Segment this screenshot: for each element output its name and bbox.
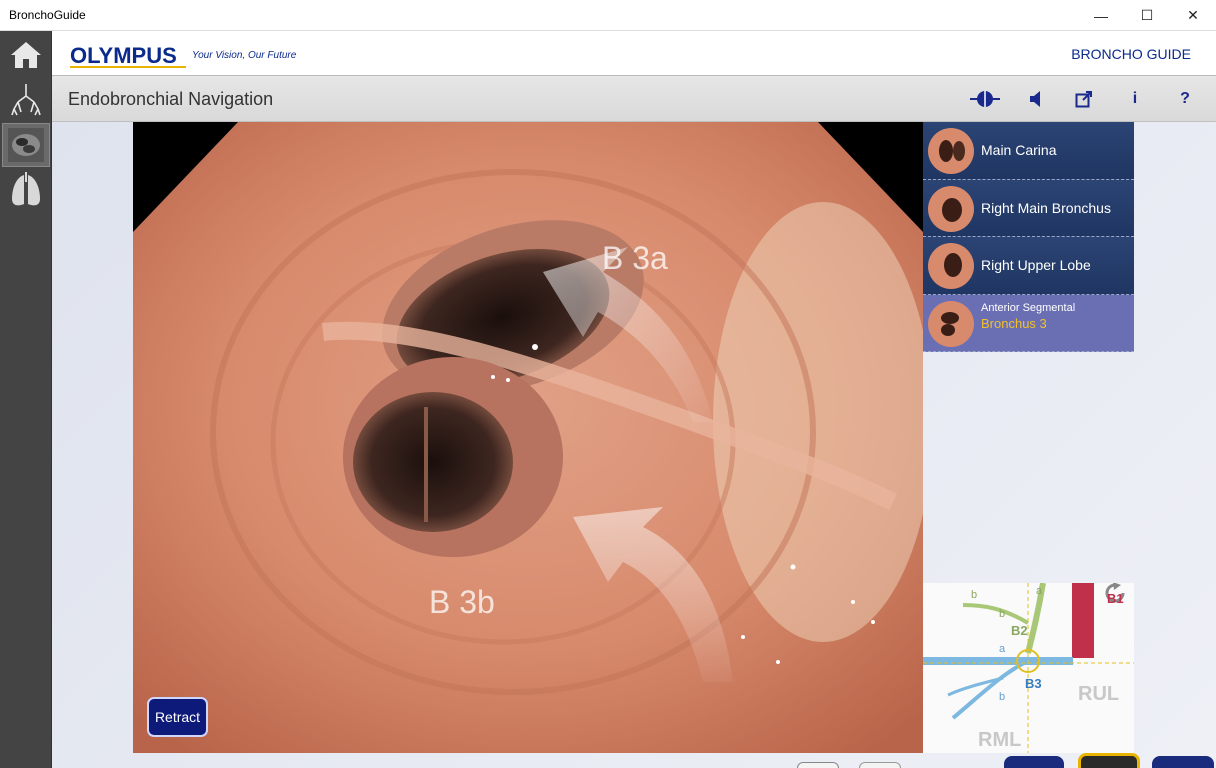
maximize-button[interactable]: ☐	[1124, 0, 1170, 31]
lungs-icon	[12, 172, 40, 206]
bottom-tab-endoscope[interactable]	[1078, 753, 1140, 768]
bronchoscope-button[interactable]	[970, 88, 1000, 110]
map-label-rul: RUL	[1078, 683, 1120, 705]
map-label-b1-segment: B1	[1107, 591, 1124, 606]
map-label-b2-small: b	[999, 608, 1006, 620]
bronchial-tree-icon	[11, 84, 41, 116]
endoscope-view-icon	[8, 128, 44, 162]
breadcrumb-right-main-bronchus[interactable]: Right Main Bronchus	[923, 179, 1134, 237]
map-label-a1: a	[1036, 585, 1043, 597]
sidebar-item-home[interactable]	[2, 33, 50, 77]
map-label-b2: B2	[1011, 623, 1028, 638]
info-icon: i	[1132, 90, 1138, 107]
breadcrumb-anterior-segmental-bronchus[interactable]: Anterior Segmental Bronchus 3	[923, 294, 1134, 352]
bronchial-tree-diagram	[923, 583, 1134, 753]
bottom-control-1[interactable]	[797, 762, 839, 768]
breadcrumb-main-carina[interactable]: Main Carina	[923, 122, 1134, 180]
sound-button[interactable]	[1024, 88, 1048, 110]
toolbar: Endobronchial Navigation i ?	[52, 76, 1216, 122]
minimize-icon: —	[1094, 7, 1108, 24]
navigation-breadcrumb-list: Main Carina Right Main Bronchus Right Up…	[923, 122, 1134, 352]
map-label-rml: RML	[978, 729, 1022, 751]
speaker-icon	[1030, 91, 1040, 107]
home-icon	[11, 42, 41, 68]
breadcrumb-label-small: Anterior Segmental	[981, 301, 1076, 314]
close-icon: ✕	[1187, 7, 1199, 23]
sidebar-item-endobronchial[interactable]	[2, 123, 50, 167]
export-button[interactable]	[1072, 88, 1096, 110]
minimize-button[interactable]: —	[1078, 0, 1124, 31]
breadcrumb-thumbnail	[928, 128, 974, 174]
b3b-label: B 3b	[429, 584, 495, 620]
map-label-b3-small: b	[999, 691, 1006, 703]
external-link-icon	[1075, 91, 1092, 108]
bottom-tab-tree[interactable]	[1004, 756, 1064, 768]
sidebar-item-bronchial-tree[interactable]	[2, 78, 50, 122]
info-button[interactable]: i	[1123, 88, 1147, 110]
b3a-label: B 3a	[602, 240, 668, 276]
bottom-tab-lungs[interactable]	[1152, 756, 1214, 768]
breadcrumb-label: Right Upper Lobe	[981, 257, 1091, 273]
brand-header: OLYMPUS Your Vision, Our Future BRONCHO …	[52, 31, 1216, 76]
page-title: Endobronchial Navigation	[68, 89, 274, 109]
sidebar-item-lungs[interactable]	[2, 168, 50, 212]
close-button[interactable]: ✕	[1170, 0, 1216, 31]
window-title: BronchoGuide	[9, 8, 86, 22]
breadcrumb-label-highlight: Bronchus 3	[981, 315, 1047, 331]
maximize-icon: ☐	[1140, 7, 1154, 23]
bronchial-mini-map[interactable]: a b B1 b B2 a B3 b RUL RML	[923, 583, 1134, 753]
map-label-b1: b	[971, 589, 978, 601]
bronchoscope-icon	[970, 91, 1000, 107]
retract-button[interactable]: Retract	[147, 697, 208, 737]
help-button[interactable]: ?	[1173, 88, 1197, 110]
help-icon: ?	[1180, 90, 1190, 107]
main-viewport: B 3a B 3b Retract Main Carina Right Main…	[52, 122, 1216, 768]
brand-tagline: Your Vision, Our Future	[192, 50, 297, 61]
breadcrumb-thumbnail	[928, 185, 974, 232]
map-label-a2: a	[999, 643, 1006, 655]
endoscope-view: B 3a B 3b	[133, 122, 923, 753]
breadcrumb-label: Main Carina	[981, 142, 1057, 158]
bottom-control-2[interactable]	[859, 762, 901, 768]
endoscope-image	[133, 122, 923, 753]
breadcrumb-label: Right Main Bronchus	[981, 199, 1111, 216]
breadcrumb-right-upper-lobe[interactable]: Right Upper Lobe	[923, 237, 1134, 295]
sidebar	[0, 31, 52, 768]
logo-underline	[70, 66, 186, 68]
map-label-b3: B3	[1025, 676, 1042, 691]
breadcrumb-thumbnail	[928, 300, 974, 347]
window-titlebar: BronchoGuide — ☐ ✕	[0, 0, 1216, 31]
app-name: BRONCHO GUIDE	[1071, 46, 1191, 62]
breadcrumb-thumbnail	[928, 243, 974, 289]
